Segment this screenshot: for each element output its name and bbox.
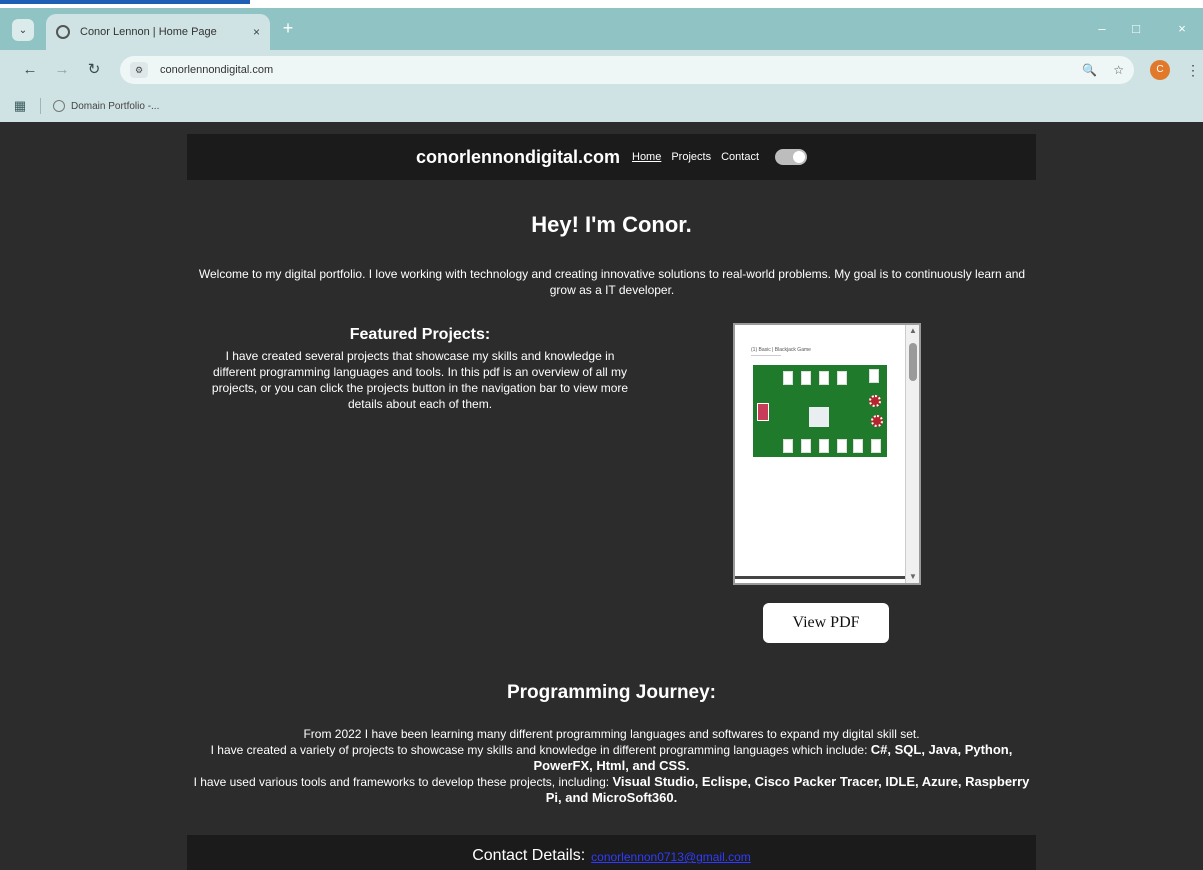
- pdf-title-underline: [751, 355, 781, 356]
- journey-heading: Programming Journey:: [506, 682, 717, 703]
- journey-line-2: I have created a variety of projects to …: [210, 743, 868, 757]
- card: [783, 371, 793, 385]
- welcome-text: Welcome to my digital portfolio. I love …: [198, 267, 1026, 297]
- scroll-up-icon[interactable]: ▲: [906, 325, 920, 337]
- bookmarks-divider: [40, 98, 41, 114]
- globe-icon: [53, 100, 65, 112]
- apps-grid-icon[interactable]: ▦: [12, 98, 28, 114]
- contact-label: Contact Details:: [472, 847, 586, 864]
- site-info-icon[interactable]: ⚙: [130, 62, 148, 78]
- featured-heading: Featured Projects:: [349, 326, 491, 343]
- url-text[interactable]: conorlennondigital.com: [160, 64, 1066, 76]
- pdf-scrollbar[interactable]: ▲ ▼: [905, 325, 919, 583]
- card: [871, 439, 881, 453]
- top-edge: [0, 0, 1203, 8]
- contact-footer: Contact Details: conorlennon0713@gmail.c…: [187, 835, 1036, 870]
- card: [837, 371, 847, 385]
- featured-text: I have created several projects that sho…: [211, 349, 629, 411]
- card: [837, 439, 847, 453]
- bookmark-star-icon[interactable]: ☆: [1113, 63, 1124, 77]
- card: [783, 439, 793, 453]
- pdf-page-title: (1) Basic | Blackjack Game: [751, 347, 811, 353]
- forward-arrow-icon[interactable]: →: [52, 60, 72, 80]
- chip: [869, 395, 881, 407]
- maximize-button[interactable]: □: [1124, 18, 1148, 40]
- tab-title: Conor Lennon | Home Page: [80, 26, 217, 38]
- pdf-viewer[interactable]: (1) Basic | Blackjack Game ▲ ▼: [733, 323, 921, 585]
- featured-projects: Featured Projects: I have created severa…: [200, 326, 640, 412]
- site-navbar: conorlennondigital.com Home Projects Con…: [187, 134, 1036, 180]
- close-window-button[interactable]: ×: [1170, 18, 1194, 40]
- site-brand[interactable]: conorlennondigital.com: [416, 147, 620, 168]
- contact-email-link[interactable]: conorlennon0713@gmail.com: [591, 850, 751, 864]
- tab-close-icon[interactable]: ×: [253, 25, 260, 39]
- zoom-icon[interactable]: 🔍: [1082, 63, 1097, 77]
- card: [801, 439, 811, 453]
- card: [801, 371, 811, 385]
- profile-avatar[interactable]: C: [1150, 60, 1170, 80]
- pdf-page-divider: [735, 576, 907, 579]
- toggle-knob: [793, 151, 806, 163]
- bookmarks-bar: ▦ Domain Portfolio -...: [0, 90, 1203, 122]
- browser-chrome: ⌄ Conor Lennon | Home Page × + – □ × ← →…: [0, 8, 1203, 122]
- card: [819, 371, 829, 385]
- more-menu-icon[interactable]: ⋮: [1186, 60, 1200, 80]
- browser-toolbar: ← → ↻ ⚙ conorlennondigital.com 🔍 ☆ C ⋮: [0, 50, 1203, 90]
- journey-line-3: I have used various tools and frameworks…: [193, 775, 610, 789]
- reload-icon[interactable]: ↻: [84, 60, 104, 80]
- tab-home-page[interactable]: Conor Lennon | Home Page ×: [46, 14, 270, 50]
- tools-list: Visual Studio, Eclispe, Cisco Packer Tra…: [545, 774, 1030, 805]
- nav-link-home[interactable]: Home: [632, 151, 661, 163]
- tab-bar: ⌄ Conor Lennon | Home Page × + – □ ×: [0, 8, 1203, 50]
- scroll-thumb[interactable]: [909, 343, 917, 381]
- journey-text: From 2022 I have been learning many diff…: [190, 726, 1033, 806]
- minimize-button[interactable]: –: [1090, 18, 1114, 40]
- bookmark-domain-portfolio[interactable]: Domain Portfolio -...: [53, 100, 159, 112]
- card-deck: [757, 403, 769, 421]
- scroll-down-icon[interactable]: ▼: [906, 571, 920, 583]
- journey-line-1: From 2022 I have been learning many diff…: [303, 727, 920, 741]
- card: [819, 439, 829, 453]
- address-bar[interactable]: ⚙ conorlennondigital.com 🔍 ☆: [120, 56, 1134, 84]
- tab-search-icon[interactable]: ⌄: [12, 19, 34, 41]
- new-tab-button[interactable]: +: [278, 19, 298, 39]
- globe-icon: [56, 25, 70, 39]
- top-edge-accent: [0, 0, 250, 4]
- back-arrow-icon[interactable]: ←: [20, 60, 40, 80]
- card: [869, 369, 879, 383]
- view-pdf-button[interactable]: View PDF: [763, 603, 889, 643]
- web-page: conorlennondigital.com Home Projects Con…: [0, 122, 1203, 870]
- bookmark-label: Domain Portfolio -...: [71, 100, 160, 112]
- nav-link-projects[interactable]: Projects: [671, 151, 711, 163]
- theme-toggle[interactable]: [775, 149, 808, 165]
- blackjack-screenshot: [753, 365, 887, 457]
- card: [853, 439, 863, 453]
- bet-panel: [809, 407, 829, 427]
- chip: [871, 415, 883, 427]
- hero-title: Hey! I'm Conor.: [531, 212, 692, 237]
- nav-link-contact[interactable]: Contact: [721, 151, 759, 163]
